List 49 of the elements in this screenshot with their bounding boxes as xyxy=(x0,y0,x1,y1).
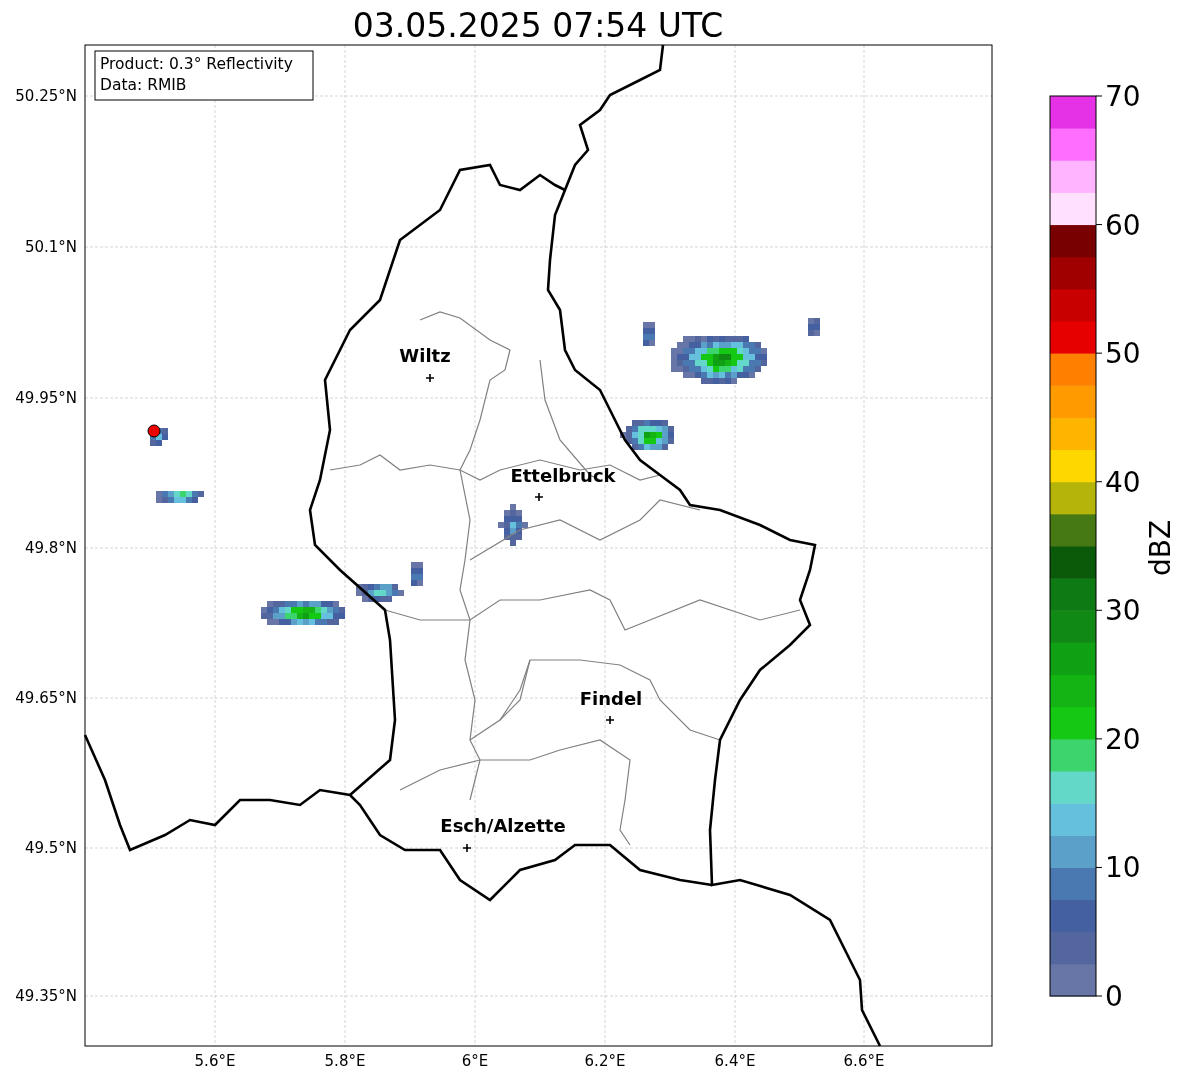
latitude-label: 49.35°N xyxy=(15,987,77,1005)
colorbar-tick xyxy=(1095,481,1103,483)
colorbar-tick xyxy=(1095,224,1103,226)
info-text: Data: RMIB xyxy=(100,76,187,94)
colorbar-label: dBZ xyxy=(1144,519,1177,577)
longitude-label: 5.8°E xyxy=(324,1052,366,1070)
colorbar-tick-label: 0 xyxy=(1105,980,1123,1013)
radar-echo-drawing xyxy=(498,504,528,546)
colorbar-tick-label: 50 xyxy=(1105,337,1141,371)
latitude-label: 49.5°N xyxy=(24,839,77,857)
colorbar-tick xyxy=(1095,995,1103,997)
colorbar-tick xyxy=(1095,738,1103,740)
colorbar-tick xyxy=(1095,95,1103,97)
colorbar-tick xyxy=(1095,609,1103,611)
latitude-label: 49.95°N xyxy=(15,389,77,407)
colorbar-tick xyxy=(1095,866,1103,868)
info-text: Product: 0.3° Reflectivity xyxy=(100,55,293,73)
city-label: Findel xyxy=(579,688,643,709)
latitude-label: 50.25°N xyxy=(15,87,77,105)
radar-echo-drawing xyxy=(411,562,423,586)
radar-echo-drawing xyxy=(643,322,655,346)
city-marker-icon xyxy=(534,492,544,502)
radar-echo-drawing xyxy=(620,420,674,450)
radar-site-icon xyxy=(147,424,161,438)
colorbar-tick-label: 10 xyxy=(1105,851,1141,885)
colorbar-tick-label: 60 xyxy=(1105,208,1141,242)
colorbar-tick-label: 40 xyxy=(1105,465,1141,499)
latitude-label: 49.8°N xyxy=(24,539,77,557)
radar-echo-drawing xyxy=(808,318,820,336)
colorbar-tick-label: 20 xyxy=(1105,722,1141,756)
map-title: 03.05.2025 07:54 UTC xyxy=(352,6,724,45)
longitude-label: 6°E xyxy=(461,1052,489,1070)
colorbar-tick-label: 30 xyxy=(1105,594,1141,628)
colorbar-tick-label: 70 xyxy=(1105,80,1141,113)
latitude-label: 49.65°N xyxy=(15,689,77,707)
city-label: Wiltz xyxy=(399,345,451,366)
colorbar-tick xyxy=(1095,352,1103,354)
radar-echo-drawing xyxy=(156,491,204,503)
longitude-label: 6.2°E xyxy=(584,1052,626,1070)
radar-echo-drawing xyxy=(356,584,404,602)
city-label: Ettelbruck xyxy=(510,465,616,486)
longitude-label: 5.6°E xyxy=(194,1052,236,1070)
city-marker-icon xyxy=(605,715,615,725)
longitude-label: 6.4°E xyxy=(714,1052,756,1070)
longitude-label: 6.6°E xyxy=(843,1052,885,1070)
latitude-label: 50.1°N xyxy=(24,238,77,256)
city-marker-icon xyxy=(462,843,472,853)
city-label: Esch/Alzette xyxy=(440,815,566,836)
city-marker-icon xyxy=(425,373,435,383)
